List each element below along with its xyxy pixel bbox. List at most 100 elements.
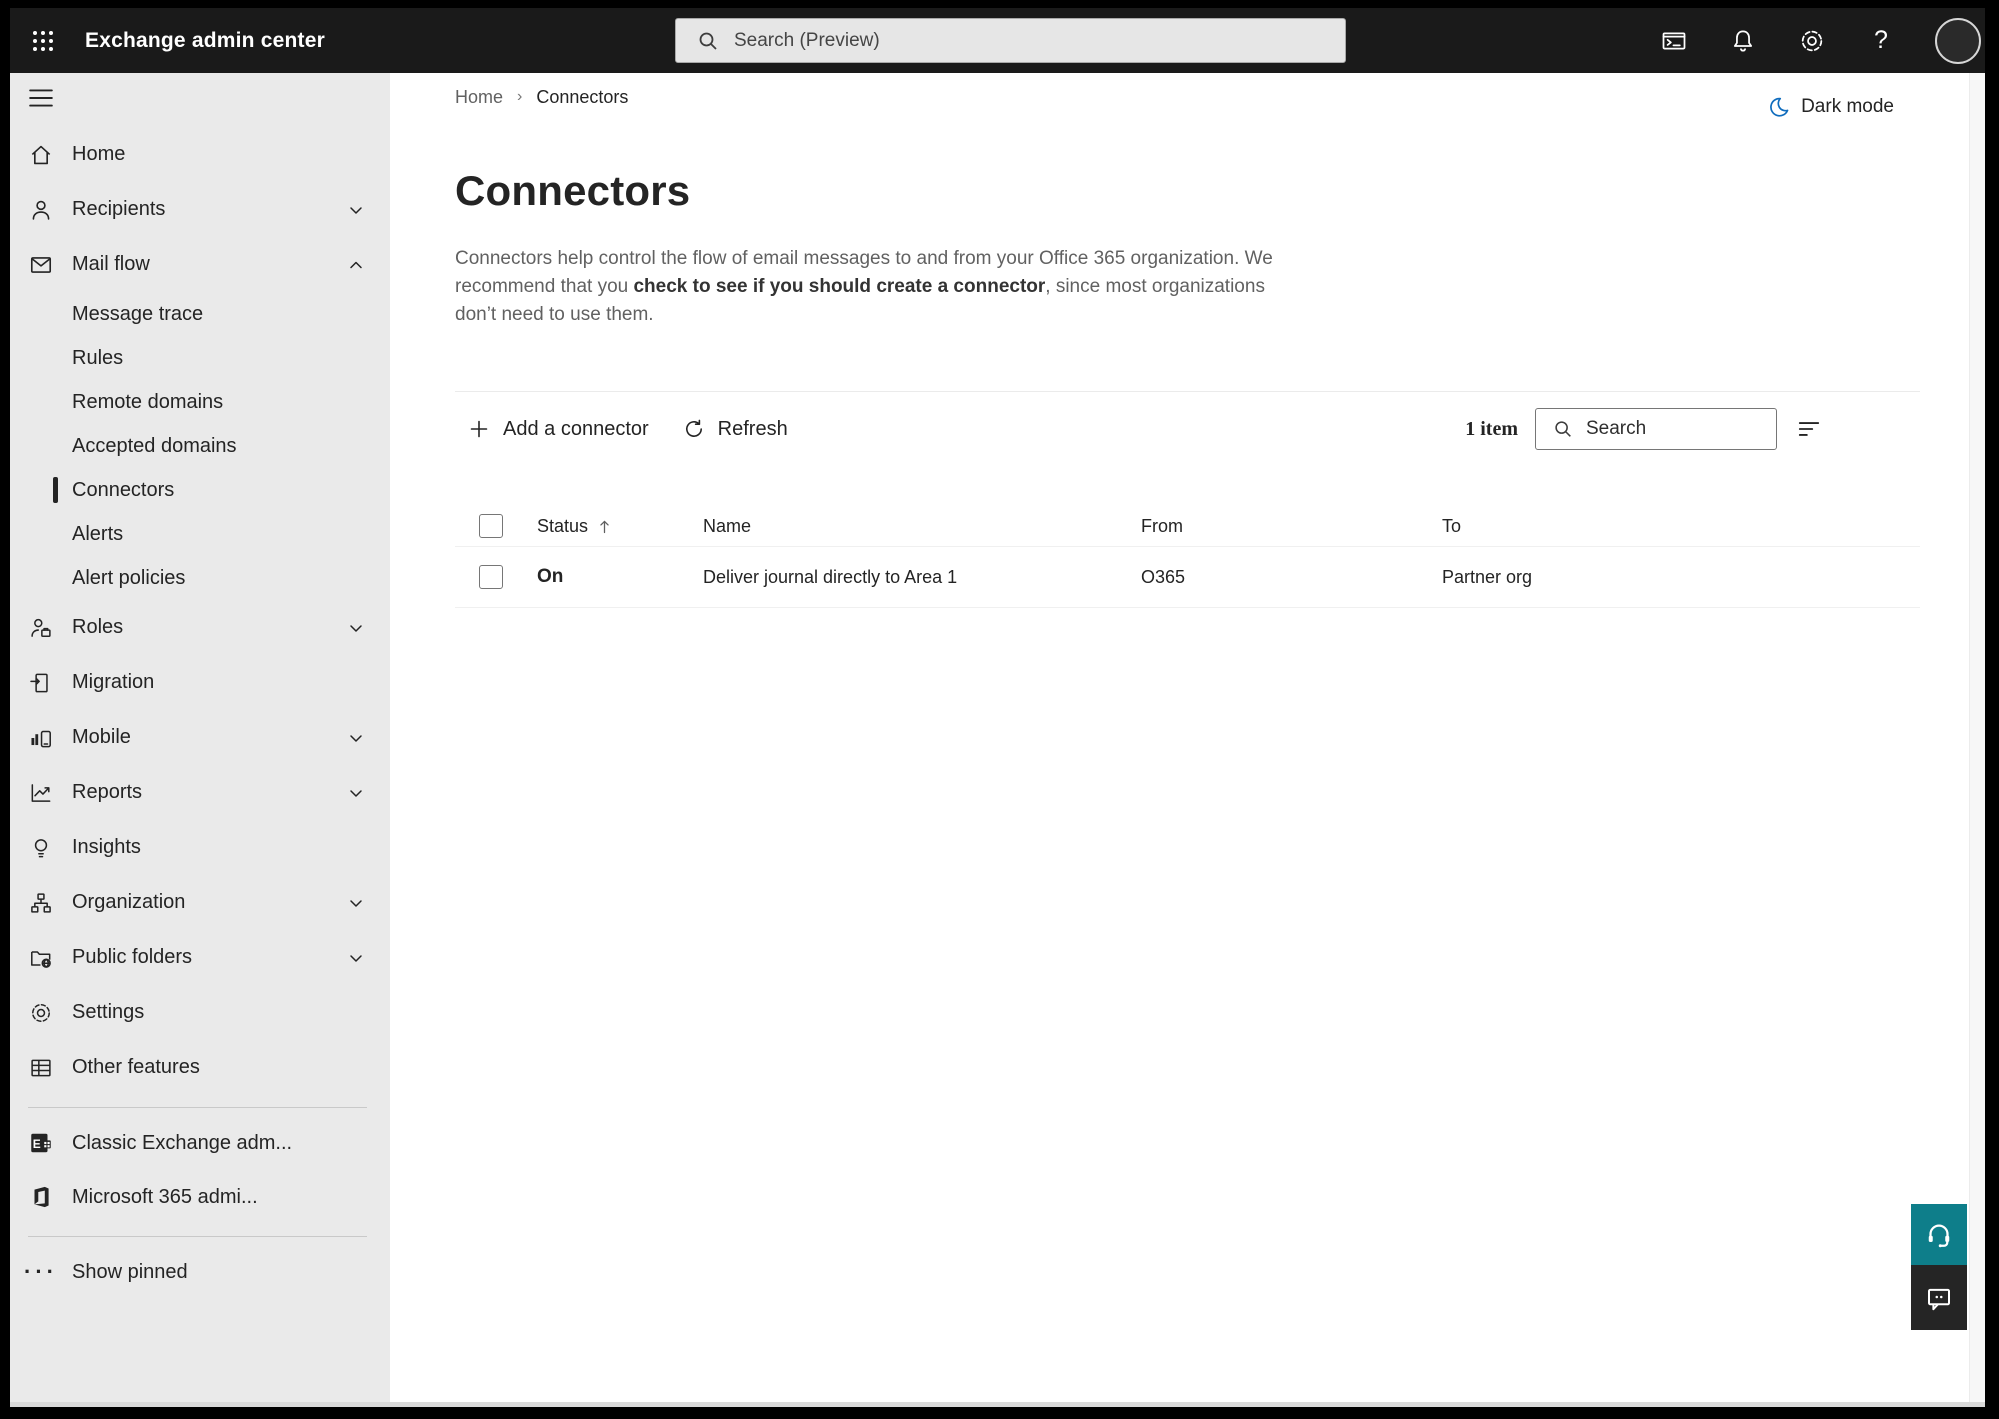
feedback-button[interactable] — [1911, 1265, 1967, 1330]
ellipsis-icon: ··· — [24, 1259, 58, 1284]
header-checkbox-cell — [455, 514, 537, 538]
hamburger-menu-icon[interactable] — [28, 87, 54, 109]
chevron-down-icon — [346, 783, 366, 803]
public-folders-icon — [28, 945, 54, 971]
top-header-bar: Exchange admin center Search (Preview) ? — [10, 8, 1985, 73]
item-count: 1 item — [1465, 417, 1518, 440]
sidebar-item-classic-exchange-admin[interactable]: E Classic Exchange adm... — [10, 1116, 390, 1170]
breadcrumb: Home › Connectors — [455, 85, 1920, 109]
description-link[interactable]: check to see if you should create a conn… — [633, 276, 1045, 297]
column-header-from[interactable]: From — [1141, 516, 1442, 537]
bell-icon[interactable] — [1728, 26, 1758, 56]
header-icon-group: ? — [1659, 8, 1981, 73]
column-header-to[interactable]: To — [1442, 516, 1920, 537]
sidebar-item-home[interactable]: Home — [10, 127, 390, 182]
dark-mode-label: Dark mode — [1801, 96, 1894, 117]
app-title: Exchange admin center — [85, 28, 325, 52]
table-header-row: Status Name From To — [455, 506, 1920, 546]
dark-mode-toggle[interactable]: Dark mode — [1767, 95, 1894, 119]
sidebar-item-alerts[interactable]: Alerts — [10, 512, 390, 556]
sidebar-item-other-features[interactable]: Other features — [10, 1040, 390, 1095]
connectors-table: Status Name From To On Deliver journal d… — [455, 506, 1920, 608]
connector-to: Partner org — [1442, 566, 1533, 587]
mail-icon — [28, 252, 54, 278]
sidebar-item-alert-policies[interactable]: Alert policies — [10, 556, 390, 600]
select-all-checkbox[interactable] — [479, 514, 503, 538]
column-header-status[interactable]: Status — [537, 516, 703, 537]
exchange-logo-icon: E — [28, 1130, 54, 1156]
moon-icon — [1770, 97, 1789, 117]
cloud-shell-icon[interactable] — [1659, 26, 1689, 56]
app-window: Exchange admin center Search (Preview) ?… — [10, 8, 1985, 1407]
row-checkbox[interactable] — [479, 565, 503, 589]
sidebar-item-rules[interactable]: Rules — [10, 336, 390, 380]
breadcrumb-home-link[interactable]: Home — [455, 87, 503, 108]
list-search-box[interactable] — [1535, 408, 1777, 450]
sidebar-item-organization[interactable]: Organization — [10, 875, 390, 930]
breadcrumb-separator-icon: › — [517, 88, 523, 105]
page-title: Connectors — [455, 167, 691, 214]
toolbar-right-group: 1 item — [1465, 408, 1823, 450]
reports-icon — [28, 780, 54, 806]
filter-icon[interactable] — [1795, 415, 1823, 443]
sidebar-item-recipients[interactable]: Recipients — [10, 182, 390, 237]
app-launcher-icon[interactable] — [28, 26, 58, 56]
global-search-input[interactable] — [734, 29, 1294, 52]
global-search-box[interactable] — [675, 18, 1346, 63]
add-connector-button[interactable]: Add a connector — [467, 417, 649, 441]
toolbar-divider — [455, 391, 1920, 392]
sidebar-item-show-pinned[interactable]: ··· Show pinned — [10, 1245, 390, 1299]
chevron-down-icon — [346, 893, 366, 913]
horizontal-scrollbar-track — [10, 1402, 1985, 1407]
row-checkbox-cell — [455, 565, 537, 589]
list-toolbar: Add a connector Refresh 1 item — [455, 408, 1920, 450]
headset-icon — [1928, 1224, 1950, 1247]
table-row[interactable]: On Deliver journal directly to Area 1 O3… — [455, 546, 1920, 608]
sidebar-item-public-folders[interactable]: Public folders — [10, 930, 390, 985]
chevron-down-icon — [346, 618, 366, 638]
mobile-icon — [28, 725, 54, 751]
person-icon — [28, 197, 54, 223]
sidebar-divider — [28, 1107, 367, 1108]
chevron-down-icon — [346, 728, 366, 748]
main-content: Home › Connectors Dark mode Connectors C… — [390, 73, 1985, 1402]
vertical-scrollbar[interactable] — [1969, 73, 1985, 1402]
sidebar-item-accepted-domains[interactable]: Accepted domains — [10, 424, 390, 468]
sidebar-item-migration[interactable]: Migration — [10, 655, 390, 710]
account-avatar[interactable] — [1935, 17, 1981, 64]
insights-icon — [28, 835, 54, 861]
sidebar-item-mail-flow[interactable]: Mail flow — [10, 237, 390, 292]
left-navigation: Home Recipients Mail flow Message trace … — [10, 73, 390, 1402]
gear-icon[interactable] — [1797, 26, 1827, 56]
floating-action-buttons — [1911, 1204, 1967, 1330]
connector-name: Deliver journal directly to Area 1 — [703, 566, 958, 587]
status-value: On — [537, 566, 564, 587]
refresh-icon — [685, 419, 702, 437]
sidebar-item-insights[interactable]: Insights — [10, 820, 390, 875]
screenshot-frame: Exchange admin center Search (Preview) ?… — [0, 0, 1999, 1419]
refresh-button[interactable]: Refresh — [682, 417, 788, 441]
search-icon — [699, 32, 717, 50]
help-support-button[interactable] — [1911, 1204, 1967, 1265]
page-description: Connectors help control the flow of emai… — [455, 248, 1273, 325]
sidebar-item-mobile[interactable]: Mobile — [10, 710, 390, 765]
sidebar-item-settings[interactable]: Settings — [10, 985, 390, 1040]
list-search-input[interactable] — [1586, 418, 1756, 440]
home-icon — [28, 142, 54, 168]
chevron-down-icon — [346, 948, 366, 968]
connector-from: O365 — [1141, 566, 1186, 587]
sidebar-item-roles[interactable]: Roles — [10, 600, 390, 655]
sidebar-item-remote-domains[interactable]: Remote domains — [10, 380, 390, 424]
column-header-name[interactable]: Name — [703, 516, 1141, 537]
sidebar-divider — [28, 1236, 367, 1237]
sidebar-item-reports[interactable]: Reports — [10, 765, 390, 820]
chevron-up-icon — [346, 255, 366, 275]
svg-text:E: E — [33, 1137, 41, 1151]
search-icon — [1555, 421, 1571, 437]
help-icon[interactable]: ? — [1866, 26, 1896, 56]
chevron-down-icon — [346, 200, 366, 220]
sidebar-item-message-trace[interactable]: Message trace — [10, 292, 390, 336]
sidebar-item-connectors[interactable]: Connectors — [10, 468, 390, 512]
sidebar-item-microsoft-365-admin[interactable]: Microsoft 365 admi... — [10, 1170, 390, 1224]
breadcrumb-current: Connectors — [536, 86, 629, 107]
